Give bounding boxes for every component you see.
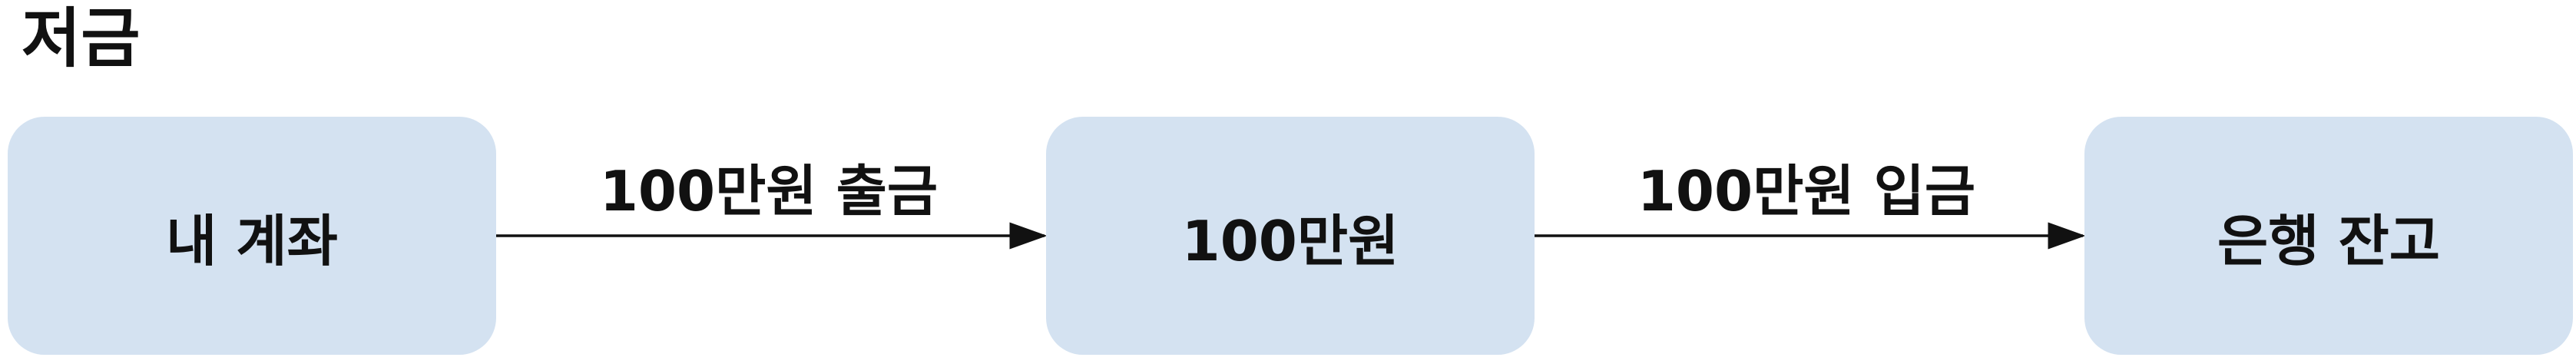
edge-label-deposit: 100만원 입금 bbox=[1637, 159, 1976, 223]
node-amount: 100만원 bbox=[1046, 117, 1535, 355]
node-label: 내 계좌 bbox=[166, 208, 338, 273]
node-label: 은행 잔고 bbox=[2217, 208, 2441, 273]
node-bank-balance: 은행 잔고 bbox=[2084, 117, 2573, 355]
node-my-account: 내 계좌 bbox=[8, 117, 496, 355]
edge-label-withdraw: 100만원 출금 bbox=[599, 159, 939, 223]
node-label: 100만원 bbox=[1181, 208, 1399, 273]
